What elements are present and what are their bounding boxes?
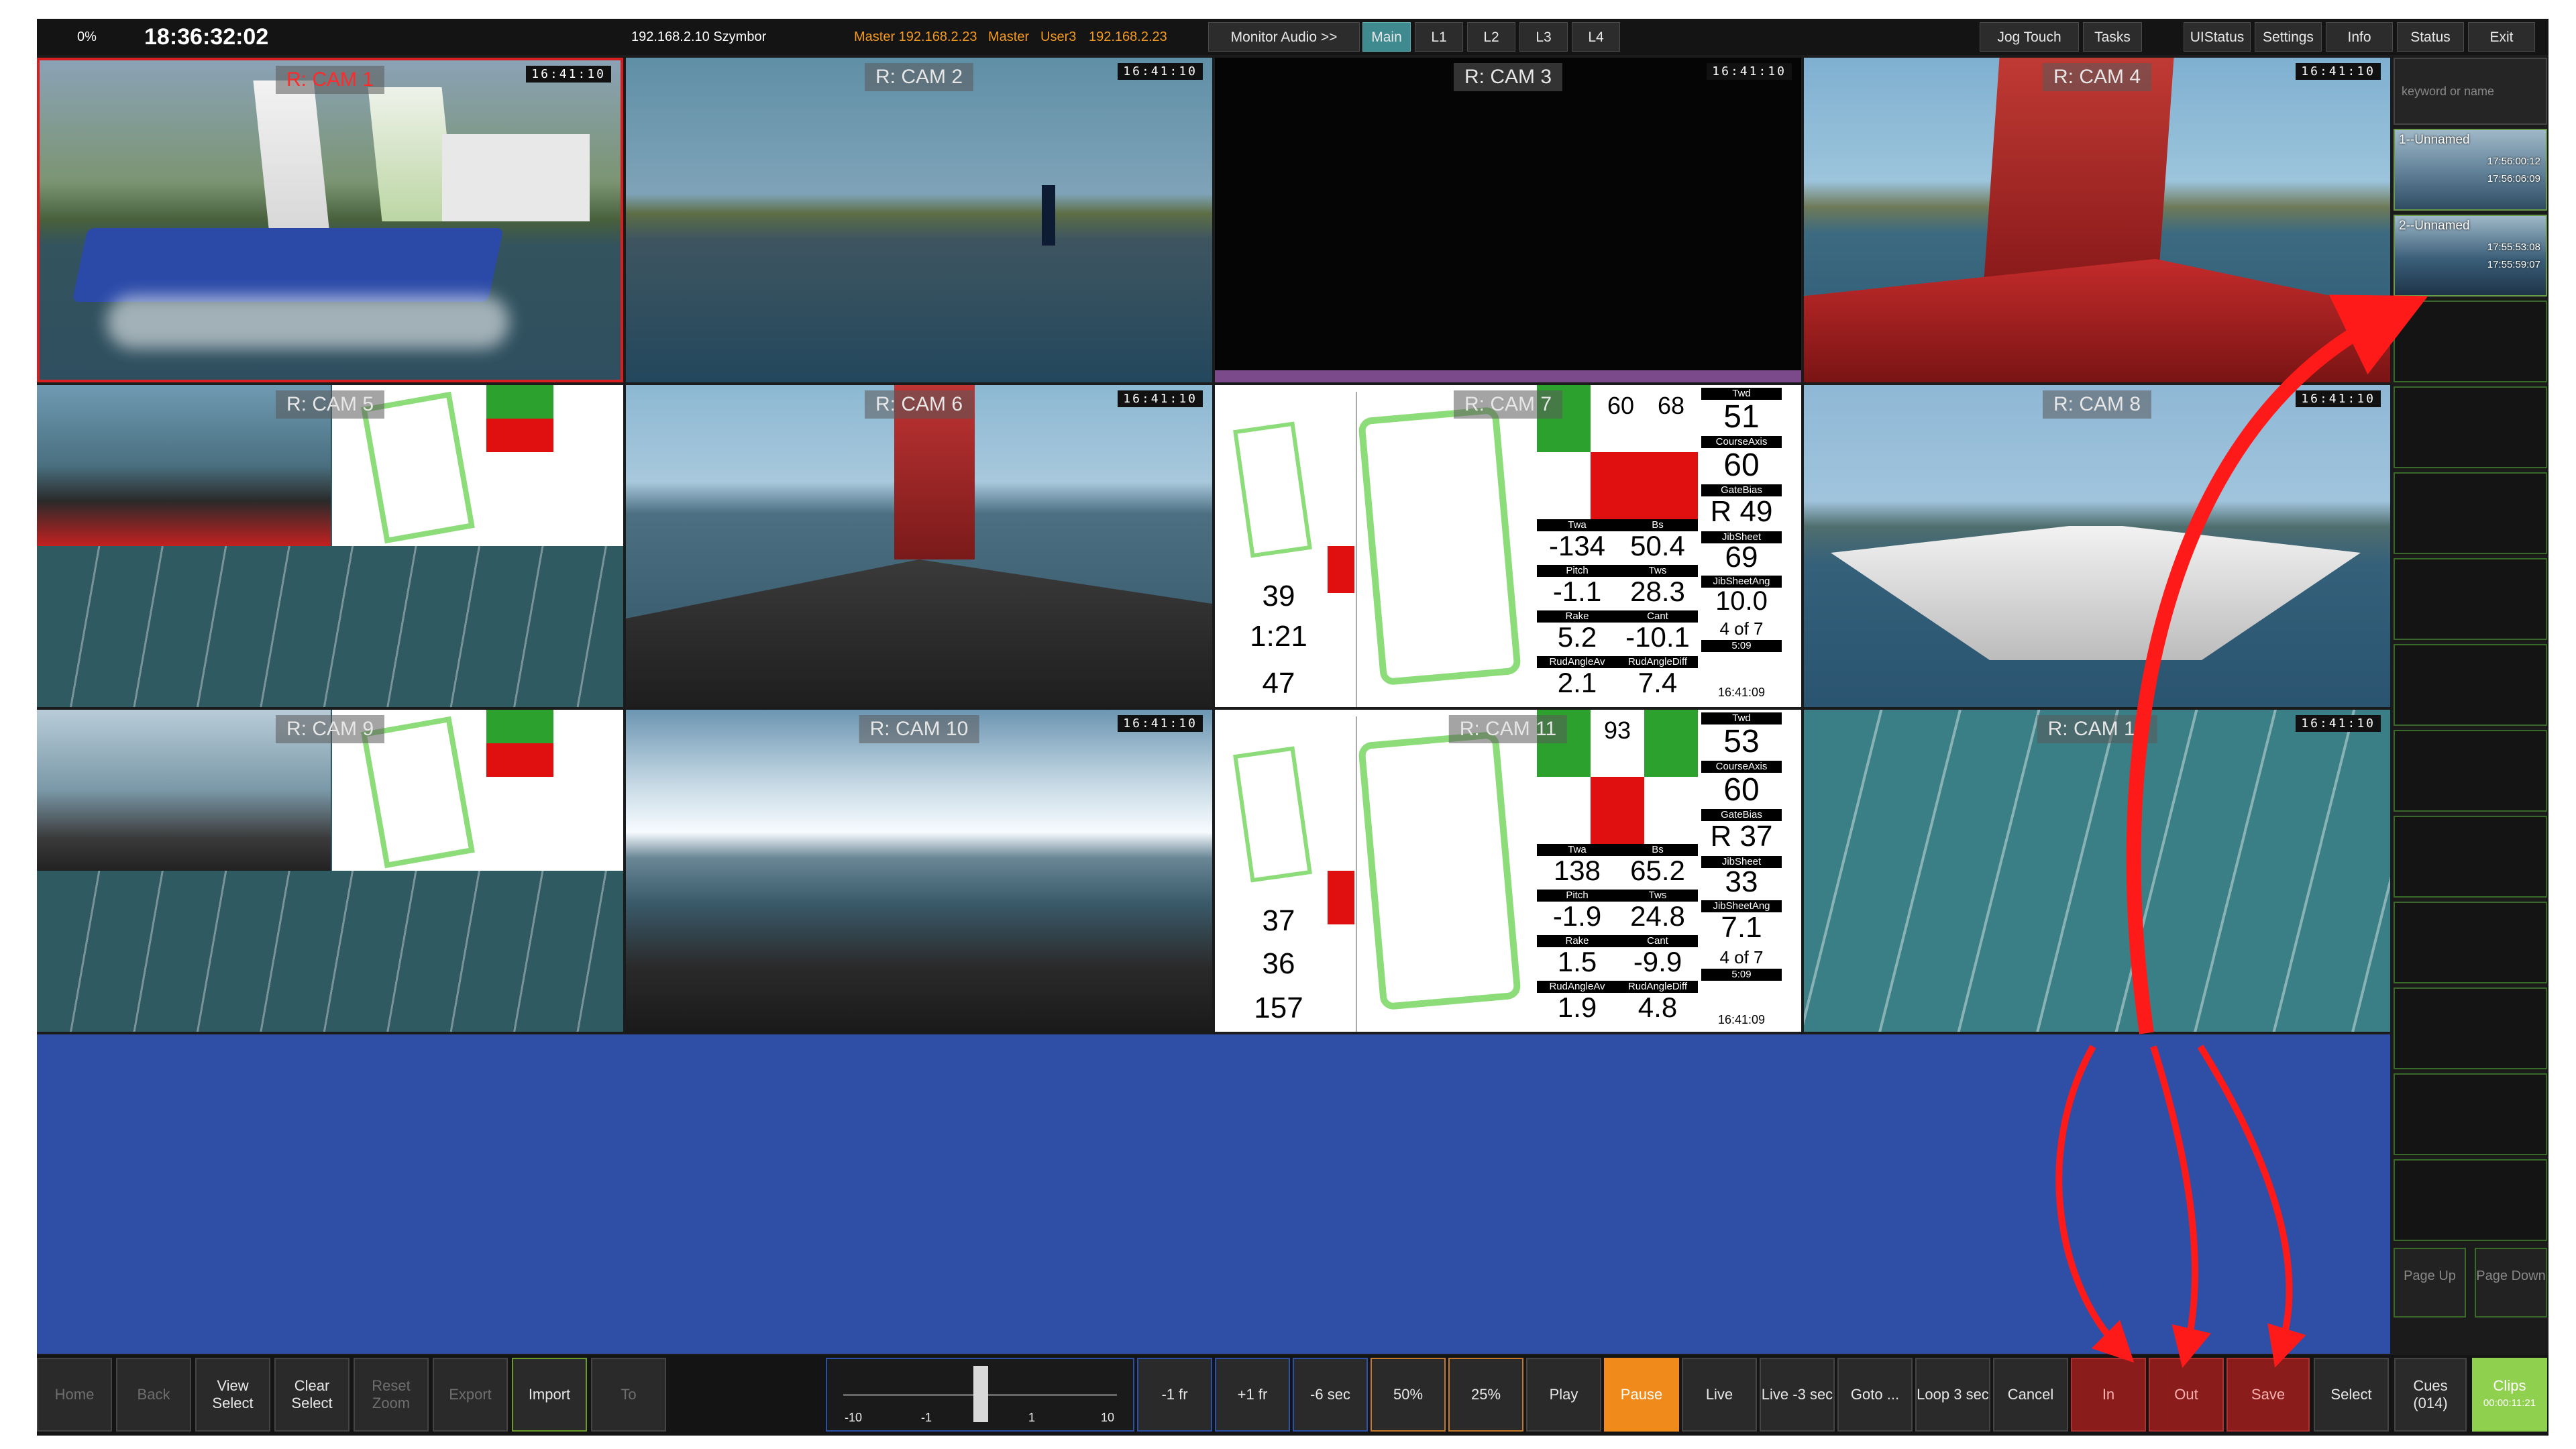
annotation-arrow	[2055, 1044, 2135, 1363]
annotation-arrow	[2197, 1044, 2306, 1368]
annotation-arrow	[2126, 294, 2428, 1034]
annotation-overlay	[2055, 294, 2428, 1368]
annotation-arrow	[2150, 1045, 2211, 1368]
